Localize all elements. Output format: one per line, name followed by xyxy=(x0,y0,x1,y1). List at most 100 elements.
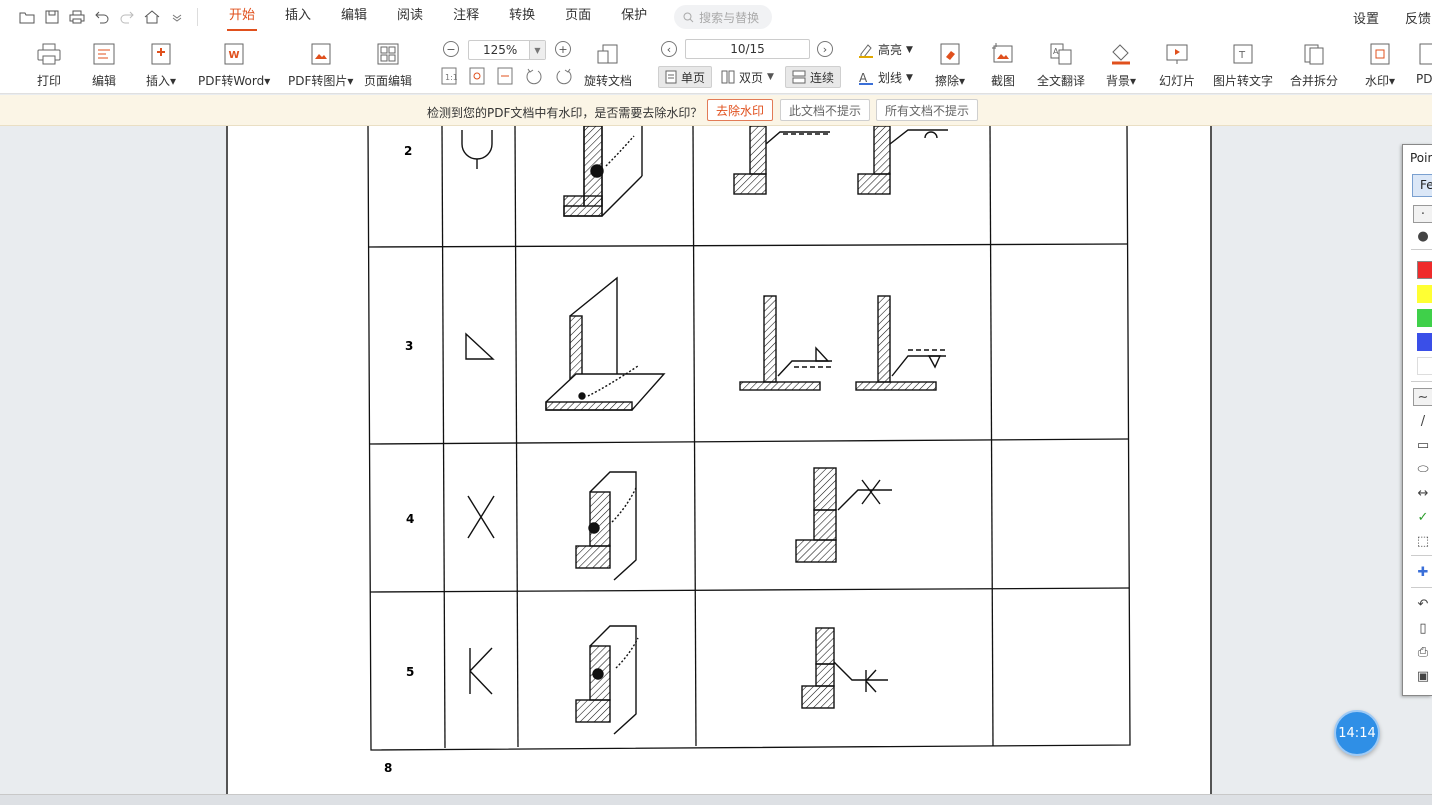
search-icon xyxy=(683,12,694,22)
settings-link[interactable]: 设置 xyxy=(1353,8,1379,27)
ocr-icon: T xyxy=(1230,40,1256,68)
ellipse-tool-icon[interactable]: ⬭ xyxy=(1413,460,1432,478)
pdf-cut-button[interactable]: PD xyxy=(1416,40,1432,86)
column-line xyxy=(441,126,446,749)
edit-button[interactable]: 编辑 xyxy=(91,40,117,89)
tab-annotate[interactable]: 注释 xyxy=(438,0,494,34)
full-translate-button[interactable]: A 全文翻译 xyxy=(1037,40,1085,89)
actual-size-icon[interactable]: 1:1 xyxy=(441,67,457,85)
zoom-select[interactable]: 125% ▼ xyxy=(468,40,546,60)
rotate-document-button[interactable]: 旋转文档 xyxy=(584,40,632,89)
rotate-left-icon[interactable] xyxy=(525,67,543,85)
page-edit-label: 页面编辑 xyxy=(364,74,413,88)
image-save-icon[interactable]: ▣ xyxy=(1413,667,1432,685)
zoom-value: 125% xyxy=(483,43,518,57)
merge-split-button[interactable]: 合并拆分 xyxy=(1290,40,1338,89)
fit-page-icon[interactable] xyxy=(469,67,485,85)
page-edit-button[interactable]: 页面编辑 xyxy=(364,40,412,89)
redo-icon[interactable] xyxy=(114,7,139,27)
print-button[interactable]: 打印 xyxy=(36,40,62,89)
double-page-view-button[interactable]: 双页 ▼ xyxy=(715,66,780,88)
ignore-all-docs-button[interactable]: 所有文档不提示 xyxy=(876,99,979,121)
divider xyxy=(1411,381,1432,382)
next-page-button[interactable]: › xyxy=(817,41,833,57)
strikethrough-button[interactable]: A 划线 ▼ xyxy=(858,69,913,86)
insert-button[interactable]: 插入▾ xyxy=(146,40,176,89)
page-number-input[interactable]: 10/15 xyxy=(685,39,810,59)
previous-page-button[interactable]: ‹ xyxy=(661,41,677,57)
slideshow-icon xyxy=(1164,40,1190,68)
rotate-right-icon[interactable] xyxy=(555,67,573,85)
row-line xyxy=(369,587,1130,593)
insert-page-icon xyxy=(148,40,174,68)
feedback-link[interactable]: 反馈 xyxy=(1405,8,1432,27)
tab-page[interactable]: 页面 xyxy=(550,0,606,34)
edit-label: 编辑 xyxy=(91,74,116,88)
undo-icon[interactable]: ↶ xyxy=(1413,595,1432,613)
yellow-color-swatch[interactable] xyxy=(1417,285,1432,303)
highlighter-icon xyxy=(859,43,873,58)
undo-icon[interactable] xyxy=(89,7,114,27)
tab-protect[interactable]: 保护 xyxy=(606,0,662,34)
highlight-label: 高亮 xyxy=(878,43,903,57)
continuous-view-button[interactable]: 连续 xyxy=(785,66,842,88)
remove-watermark-button[interactable]: 去除水印 xyxy=(707,99,774,121)
pointofix-title: Poin xyxy=(1410,151,1432,165)
blue-color-swatch[interactable] xyxy=(1417,333,1432,351)
floating-clock-widget[interactable]: 14:14 xyxy=(1334,710,1380,756)
quick-access-toolbar xyxy=(0,7,206,27)
save-icon[interactable] xyxy=(39,7,64,27)
customize-dropdown-icon[interactable] xyxy=(164,7,189,27)
continuous-page-icon xyxy=(792,70,806,84)
small-dot-icon[interactable]: · xyxy=(1413,205,1432,223)
tab-convert[interactable]: 转换 xyxy=(494,0,550,34)
open-folder-icon[interactable] xyxy=(14,7,39,27)
slideshow-button[interactable]: 幻灯片 xyxy=(1159,40,1195,89)
freehand-mode-button[interactable]: Fe xyxy=(1412,174,1432,197)
column-line xyxy=(692,126,697,747)
image-file-icon xyxy=(308,40,334,68)
pdf-to-word-button[interactable]: W PDF转Word▾ xyxy=(198,40,270,89)
screenshot-button[interactable]: 截图 xyxy=(990,40,1016,89)
background-button[interactable]: 背景▾ xyxy=(1106,40,1136,89)
freehand-pen-icon[interactable]: ∼ xyxy=(1413,388,1432,406)
print-icon[interactable] xyxy=(64,7,89,27)
single-page-view-button[interactable]: 单页 xyxy=(658,66,713,88)
green-color-swatch[interactable] xyxy=(1417,309,1432,327)
search-input[interactable]: 搜索与替换 xyxy=(674,5,773,29)
tab-start[interactable]: 开始 xyxy=(214,0,270,34)
ribbon-toolbar: 打印 编辑 插入▾ W PDF转Word▾ PDF转图片▾ 页面编辑 − 125… xyxy=(0,34,1432,94)
ignore-this-doc-button[interactable]: 此文档不提示 xyxy=(780,99,871,121)
row-line xyxy=(367,243,1128,248)
red-color-swatch[interactable] xyxy=(1417,261,1432,279)
page-number: 8 xyxy=(384,761,392,775)
large-dot-icon[interactable]: ● xyxy=(1413,227,1432,245)
clock-time: 14:14 xyxy=(1338,725,1376,741)
arrow-tool-icon[interactable]: ↔ xyxy=(1413,484,1432,502)
zoom-in-button[interactable]: + xyxy=(555,41,571,57)
image-to-text-button[interactable]: T 图片转文字 xyxy=(1213,40,1273,89)
selection-tool-icon[interactable]: ⬚ xyxy=(1413,532,1432,550)
pdf-icon xyxy=(1416,40,1432,68)
move-tool-icon[interactable]: ✚ xyxy=(1413,563,1432,581)
tab-read[interactable]: 阅读 xyxy=(382,0,438,34)
erase-button[interactable]: 擦除▾ xyxy=(935,40,965,89)
highlight-button[interactable]: 高亮 ▼ xyxy=(858,41,913,58)
tab-insert[interactable]: 插入 xyxy=(270,0,326,34)
home-icon[interactable] xyxy=(139,7,164,27)
status-bar xyxy=(0,794,1432,805)
new-page-icon[interactable]: ▯ xyxy=(1413,619,1432,637)
print-icon[interactable]: ⎙ xyxy=(1413,643,1432,661)
white-color-swatch[interactable] xyxy=(1417,357,1432,375)
fit-width-icon[interactable] xyxy=(497,67,513,85)
column-line xyxy=(989,126,994,747)
pdf-to-image-button[interactable]: PDF转图片▾ xyxy=(288,40,353,89)
line-tool-icon[interactable]: / xyxy=(1413,412,1432,430)
zoom-out-button[interactable]: − xyxy=(443,41,459,57)
checkmark-tool-icon[interactable]: ✓ xyxy=(1413,508,1432,526)
eraser-icon xyxy=(937,40,963,68)
watermark-notice-bar: 检测到您的PDF文档中有水印，是否需要去除水印？ 去除水印 此文档不提示 所有文… xyxy=(0,95,1432,126)
tab-edit[interactable]: 编辑 xyxy=(326,0,382,34)
rectangle-tool-icon[interactable]: ▭ xyxy=(1413,436,1432,454)
watermark-button[interactable]: 水印▾ xyxy=(1365,40,1395,89)
